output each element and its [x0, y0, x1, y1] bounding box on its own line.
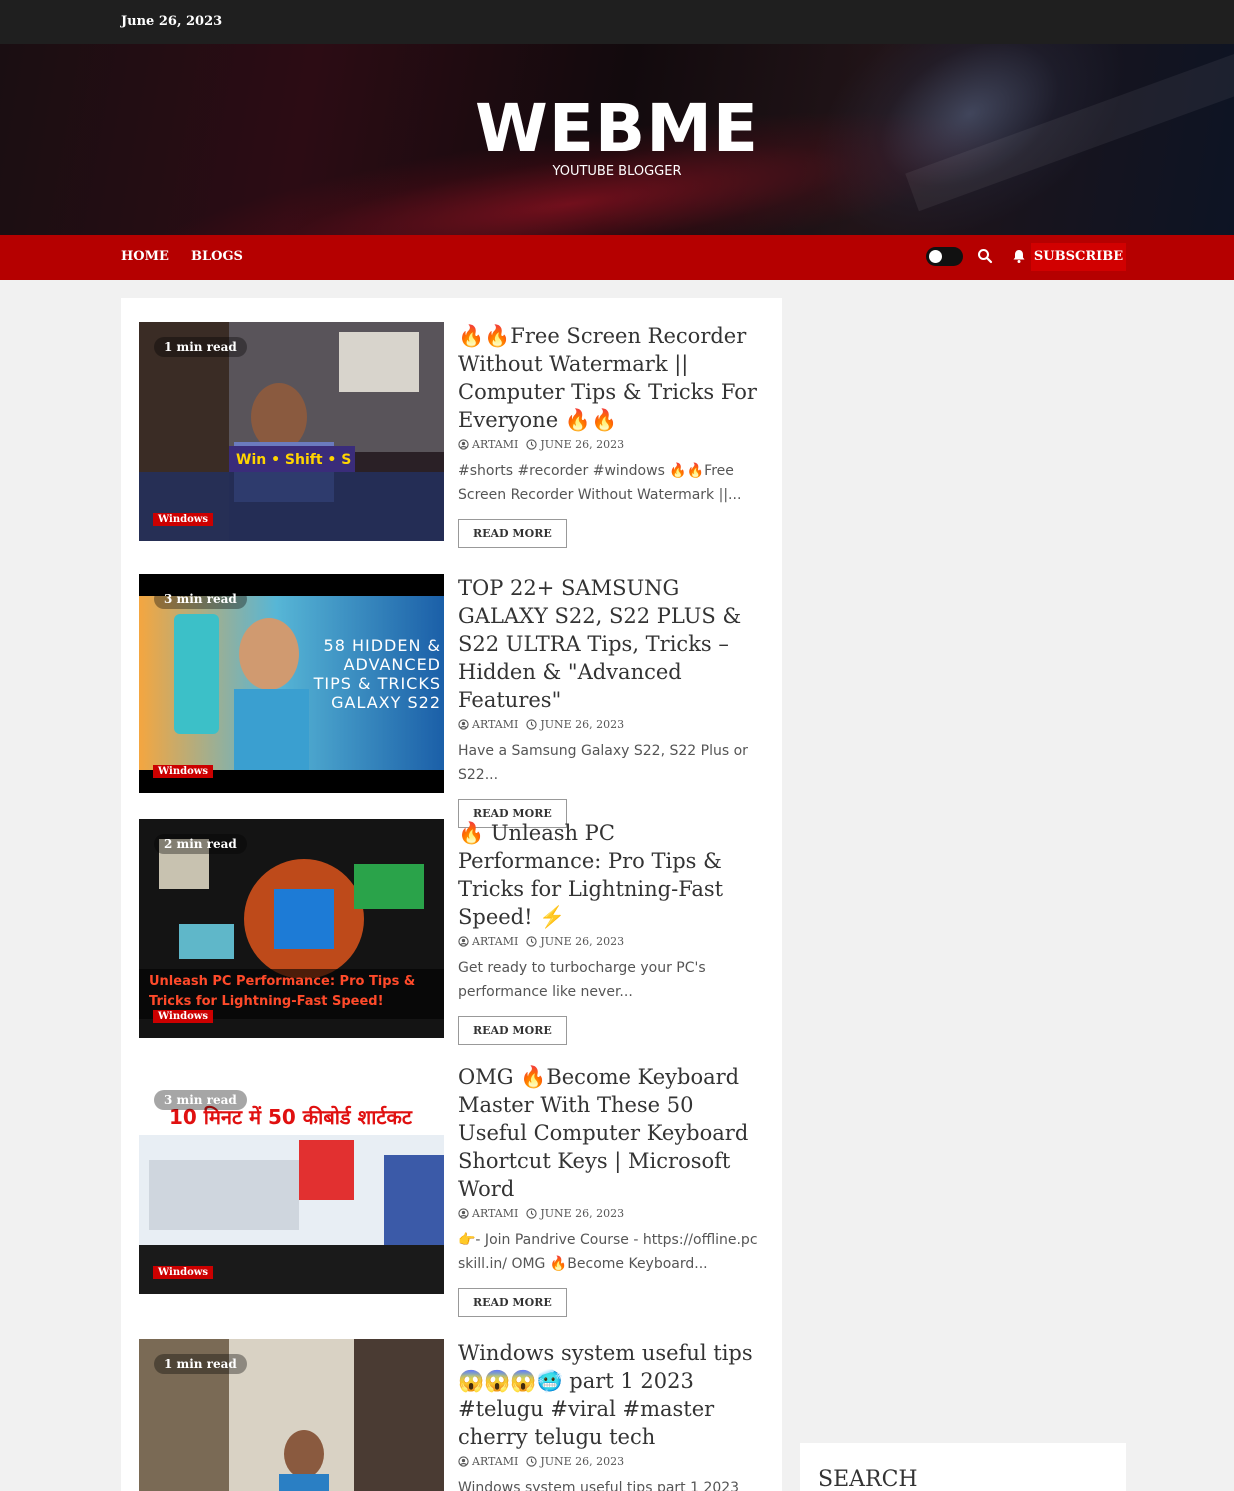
article-excerpt: Have a Samsung Galaxy S22, S22 Plus or S… — [458, 743, 748, 783]
toggle-knob-icon — [929, 250, 942, 263]
read-time-badge: 3 min read — [154, 1090, 247, 1110]
category-badge[interactable]: Windows — [153, 765, 214, 778]
author[interactable]: ARTAMI — [458, 935, 518, 948]
site-logo[interactable]: WEBME — [0, 94, 1234, 164]
widget-title: SEARCH — [818, 1467, 918, 1491]
publish-date: JUNE 26, 2023 — [526, 1455, 624, 1468]
nav-blogs[interactable]: BLOGS — [191, 249, 243, 264]
site-tagline: YOUTUBE BLOGGER — [552, 164, 682, 179]
read-time-badge: 3 min read — [154, 589, 247, 609]
subscribe-button[interactable]: SUBSCRIBE — [1031, 243, 1126, 271]
site-header: WEBME YOUTUBE BLOGGER — [0, 44, 1234, 235]
article-excerpt: Windows system useful tips part 1 2023 — [458, 1480, 740, 1491]
read-more-button[interactable]: READ MORE — [458, 519, 567, 548]
article-meta: ARTAMI JUNE 26, 2023 — [458, 718, 764, 731]
article-excerpt: #shorts #recorder #windows 🔥🔥Free Screen… — [458, 463, 742, 503]
user-icon — [458, 1456, 469, 1467]
category-badge[interactable]: Windows — [153, 513, 214, 526]
read-time-badge: 2 min read — [154, 834, 247, 854]
category-badge[interactable]: Windows — [153, 1266, 214, 1279]
user-icon — [458, 1208, 469, 1219]
read-time-badge: 1 min read — [154, 337, 247, 357]
thumbnail-caption: Unleash PC Performance: Pro Tips & Trick… — [149, 974, 416, 1009]
user-icon — [458, 719, 469, 730]
thumbnail-caption: Win • Shift • S — [236, 452, 352, 468]
article-title[interactable]: TOP 22+ SAMSUNG GALAXY S22, S22 PLUS & S… — [458, 574, 764, 714]
publish-date: JUNE 26, 2023 — [526, 935, 624, 948]
publish-date: JUNE 26, 2023 — [526, 1207, 624, 1220]
article-thumbnail[interactable]: 10 मिनट में 50 कीबोर्ड शार्टकट 3 min rea… — [139, 1075, 444, 1294]
article-excerpt: Get ready to turbocharge your PC's perfo… — [458, 960, 706, 1000]
publish-date: JUNE 26, 2023 — [526, 718, 624, 731]
user-icon — [458, 439, 469, 450]
article-thumbnail[interactable]: Win • Shift • S 1 min read Windows — [139, 322, 444, 541]
article-meta: ARTAMI JUNE 26, 2023 — [458, 935, 764, 948]
article-meta: ARTAMI JUNE 26, 2023 — [458, 1207, 764, 1220]
top-bar: June 26, 2023 — [0, 0, 1234, 44]
article-thumbnail[interactable]: Unleash PC Performance: Pro Tips & Trick… — [139, 819, 444, 1038]
author[interactable]: ARTAMI — [458, 718, 518, 731]
search-icon[interactable] — [977, 248, 993, 264]
read-more-button[interactable]: READ MORE — [458, 1288, 567, 1317]
search-widget: SEARCH — [800, 1443, 1126, 1491]
bell-icon[interactable] — [1011, 248, 1027, 264]
publish-date: JUNE 26, 2023 — [526, 438, 624, 451]
article-title[interactable]: 🔥🔥Free Screen Recorder Without Watermark… — [458, 322, 764, 434]
main-nav: HOME BLOGS SUBSCRIBE — [0, 235, 1234, 280]
nav-home[interactable]: HOME — [121, 249, 169, 264]
read-more-button[interactable]: READ MORE — [458, 1016, 567, 1045]
thumbnail-caption: 58 HIDDEN & ADVANCED TIPS & TRICKS GALAX… — [313, 636, 441, 712]
article-title[interactable]: Windows system useful tips 😱😱😱🥶 part 1 2… — [458, 1339, 764, 1451]
read-time-badge: 1 min read — [154, 1354, 247, 1374]
article-list: Win • Shift • S 1 min read Windows 🔥🔥Fre… — [121, 298, 782, 1491]
article-excerpt: 👉- Join Pandrive Course - https://offlin… — [458, 1232, 758, 1272]
clock-icon — [526, 1456, 537, 1467]
author[interactable]: ARTAMI — [458, 1455, 518, 1468]
clock-icon — [526, 719, 537, 730]
author[interactable]: ARTAMI — [458, 1207, 518, 1220]
clock-icon — [526, 439, 537, 450]
clock-icon — [526, 1208, 537, 1219]
article-thumbnail[interactable]: 58 HIDDEN & ADVANCED TIPS & TRICKS GALAX… — [139, 574, 444, 793]
clock-icon — [526, 936, 537, 947]
category-badge[interactable]: Windows — [153, 1010, 214, 1023]
article-title[interactable]: 🔥 Unleash PC Performance: Pro Tips & Tri… — [458, 819, 764, 931]
article-meta: ARTAMI JUNE 26, 2023 — [458, 438, 764, 451]
user-icon — [458, 936, 469, 947]
article-meta: ARTAMI JUNE 26, 2023 — [458, 1455, 764, 1468]
dark-mode-toggle[interactable] — [926, 247, 963, 266]
article-title[interactable]: OMG 🔥Become Keyboard Master With These 5… — [458, 1063, 764, 1203]
article-thumbnail[interactable]: 1 min read — [139, 1339, 444, 1491]
author[interactable]: ARTAMI — [458, 438, 518, 451]
current-date: June 26, 2023 — [121, 14, 223, 29]
